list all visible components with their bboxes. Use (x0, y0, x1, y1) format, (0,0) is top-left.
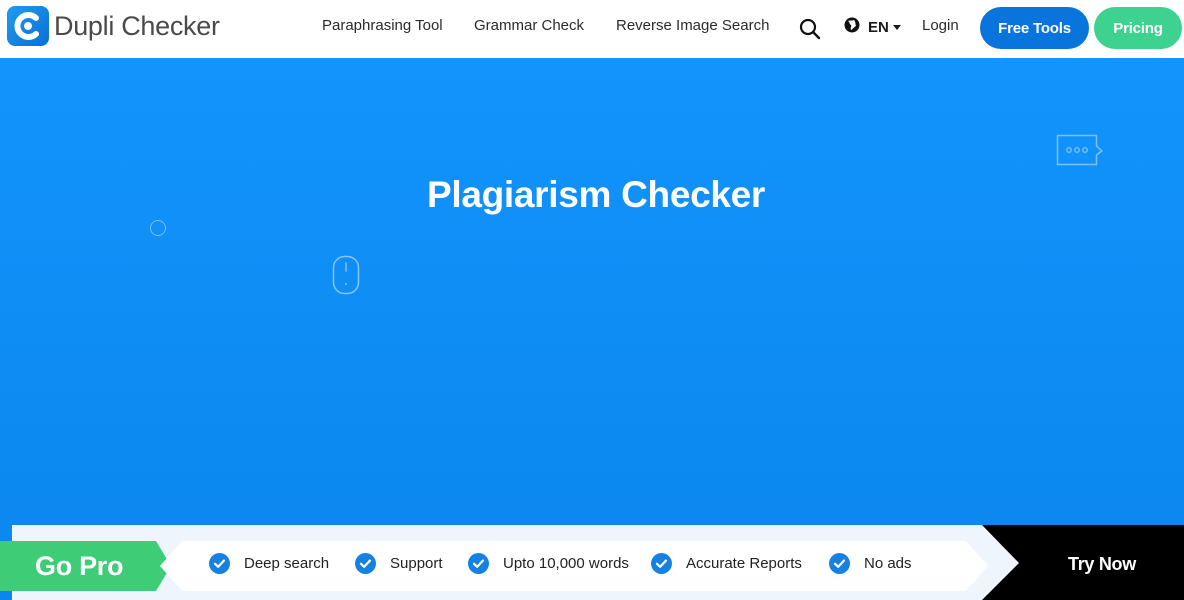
try-now-label[interactable]: Try Now (1068, 554, 1136, 575)
check-circle-icon (355, 553, 376, 574)
language-code: EN (868, 19, 889, 36)
feature-item-accurate-reports: Accurate Reports (651, 553, 802, 574)
language-selector[interactable]: EN (844, 17, 901, 38)
chevron-down-icon (892, 25, 901, 30)
check-circle-icon (209, 553, 230, 574)
globe-icon (844, 17, 860, 38)
search-icon[interactable] (798, 17, 822, 41)
brand-logo[interactable]: Dupli Checker (7, 6, 220, 46)
chat-bubble-icon (1056, 134, 1104, 171)
login-link[interactable]: Login (922, 17, 959, 34)
page-title: Plagiarism Checker (426, 174, 766, 215)
mouse-icon (332, 255, 360, 300)
go-pro-label: Go Pro (35, 551, 124, 581)
brand-name: Dupli Checker (54, 10, 220, 41)
feature-label: Deep search (244, 555, 330, 572)
top-navbar: Dupli Checker Paraphrasing Tool Grammar … (0, 0, 1184, 58)
feature-item-word-limit: Upto 10,000 words (468, 553, 629, 574)
check-circle-icon (468, 553, 489, 574)
feature-item-no-ads: No ads (829, 553, 912, 574)
feature-label: No ads (864, 555, 912, 572)
feature-label: Upto 10,000 words (503, 555, 629, 572)
feature-label: Support (390, 555, 443, 572)
free-tools-button[interactable]: Free Tools (980, 7, 1089, 49)
feature-label: Accurate Reports (686, 555, 802, 572)
feature-item-deep-search: Deep search (209, 553, 329, 574)
check-circle-icon (651, 553, 672, 574)
pricing-button[interactable]: Pricing (1094, 7, 1182, 49)
check-circle-icon (829, 553, 850, 574)
c-logo-icon (7, 6, 49, 46)
feature-item-support: Support (355, 553, 443, 574)
nav-link-paraphrasing-tool[interactable]: Paraphrasing Tool (322, 17, 443, 34)
decorative-circle-icon (150, 220, 166, 236)
nav-link-reverse-image-search[interactable]: Reverse Image Search (616, 17, 769, 34)
hero-section: Plagiarism Checker (0, 58, 1184, 600)
nav-link-grammar-check[interactable]: Grammar Check (474, 17, 584, 34)
